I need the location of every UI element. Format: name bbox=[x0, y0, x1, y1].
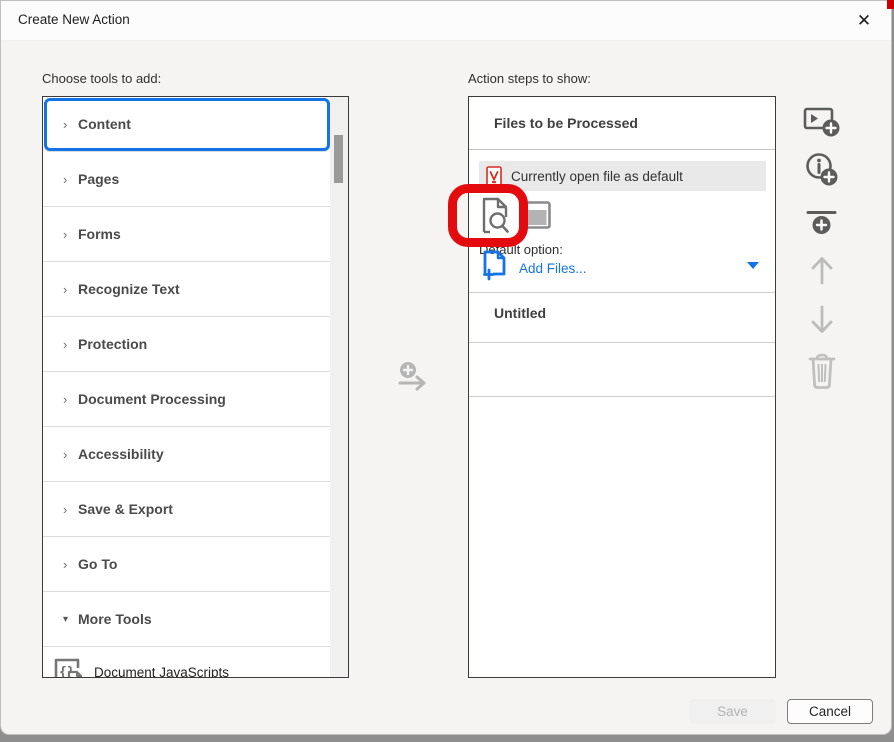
preview-file-icon[interactable] bbox=[481, 197, 510, 234]
divider bbox=[469, 292, 775, 293]
add-to-action-icon[interactable] bbox=[393, 357, 433, 397]
tool-label: Document Processing bbox=[78, 391, 226, 407]
tool-item-document-javascripts[interactable]: {} Document JavaScripts bbox=[43, 647, 331, 678]
action-steps-panel: Files to be Processed Currently open fil… bbox=[468, 96, 776, 678]
chevron-right-icon: › bbox=[63, 392, 77, 407]
tools-list: ›Content›Pages›Forms›Recognize Text›Prot… bbox=[43, 97, 331, 678]
move-up-icon[interactable] bbox=[801, 254, 843, 286]
tool-label: Accessibility bbox=[78, 446, 164, 462]
choose-tools-label: Choose tools to add: bbox=[42, 71, 161, 86]
divider bbox=[469, 342, 775, 343]
chevron-right-icon: › bbox=[63, 447, 77, 462]
untitled-step-label: Untitled bbox=[494, 305, 546, 321]
currently-open-file-label: Currently open file as default bbox=[511, 169, 683, 184]
javascript-document-icon: {} bbox=[52, 656, 84, 678]
pdf-file-icon bbox=[486, 166, 502, 186]
tool-category-more-tools[interactable]: ▾More Tools bbox=[43, 592, 331, 647]
chevron-right-icon: › bbox=[63, 502, 77, 517]
add-files-label: Add Files... bbox=[519, 261, 587, 276]
panel-view-icon[interactable] bbox=[519, 201, 551, 231]
tool-label: Recognize Text bbox=[78, 281, 180, 297]
currently-open-file-row[interactable]: Currently open file as default bbox=[479, 161, 766, 191]
background-app-corner bbox=[887, 0, 894, 9]
tool-category-save-export[interactable]: ›Save & Export bbox=[43, 482, 331, 537]
chevron-right-icon: › bbox=[63, 557, 77, 572]
divider bbox=[469, 396, 775, 397]
files-to-be-processed-header: Files to be Processed bbox=[494, 115, 638, 131]
chevron-right-icon: › bbox=[63, 227, 77, 242]
tool-category-content[interactable]: ›Content bbox=[43, 97, 331, 152]
add-panel-step-icon[interactable] bbox=[801, 104, 843, 140]
add-files-button[interactable]: Add Files... bbox=[482, 250, 587, 282]
tool-label: Pages bbox=[78, 171, 119, 187]
tool-label: More Tools bbox=[78, 611, 152, 627]
action-steps-label: Action steps to show: bbox=[468, 71, 591, 86]
chevron-right-icon: › bbox=[63, 282, 77, 297]
chevron-right-icon: › bbox=[63, 337, 77, 352]
tool-label: Content bbox=[78, 116, 131, 132]
tools-scrollbar[interactable] bbox=[330, 97, 348, 677]
tool-category-document-processing[interactable]: ›Document Processing bbox=[43, 372, 331, 427]
close-icon[interactable]: ✕ bbox=[851, 8, 877, 34]
move-down-icon[interactable] bbox=[801, 304, 843, 336]
delete-step-icon[interactable] bbox=[801, 351, 843, 391]
add-instruction-icon[interactable] bbox=[801, 151, 843, 189]
tool-category-protection[interactable]: ›Protection bbox=[43, 317, 331, 372]
chevron-right-icon: › bbox=[63, 117, 77, 132]
add-files-dropdown-icon[interactable] bbox=[747, 262, 759, 269]
file-option-icons bbox=[481, 197, 551, 234]
screen: Create New Action ✕ Choose tools to add:… bbox=[0, 0, 894, 742]
divider bbox=[469, 149, 775, 150]
tool-label: Save & Export bbox=[78, 501, 173, 517]
tool-category-accessibility[interactable]: ›Accessibility bbox=[43, 427, 331, 482]
tool-label: Forms bbox=[78, 226, 121, 242]
add-divider-icon[interactable] bbox=[801, 209, 843, 243]
tool-label: Protection bbox=[78, 336, 147, 352]
title-bar: Create New Action ✕ bbox=[1, 1, 891, 41]
save-button[interactable]: Save bbox=[689, 699, 776, 724]
cancel-button[interactable]: Cancel bbox=[787, 699, 873, 724]
tool-label: Go To bbox=[78, 556, 117, 572]
add-files-icon bbox=[482, 250, 507, 282]
chevron-down-icon: ▾ bbox=[63, 614, 77, 625]
tool-category-pages[interactable]: ›Pages bbox=[43, 152, 331, 207]
create-new-action-dialog: Create New Action ✕ Choose tools to add:… bbox=[0, 0, 892, 735]
tool-category-recognize-text[interactable]: ›Recognize Text bbox=[43, 262, 331, 317]
tool-category-forms[interactable]: ›Forms bbox=[43, 207, 331, 262]
chevron-right-icon: › bbox=[63, 172, 77, 187]
scrollbar-thumb[interactable] bbox=[334, 135, 343, 183]
tool-category-go-to[interactable]: ›Go To bbox=[43, 537, 331, 592]
tools-list-panel: ›Content›Pages›Forms›Recognize Text›Prot… bbox=[42, 96, 349, 678]
tool-label: Document JavaScripts bbox=[94, 665, 229, 679]
dialog-title: Create New Action bbox=[18, 12, 130, 27]
